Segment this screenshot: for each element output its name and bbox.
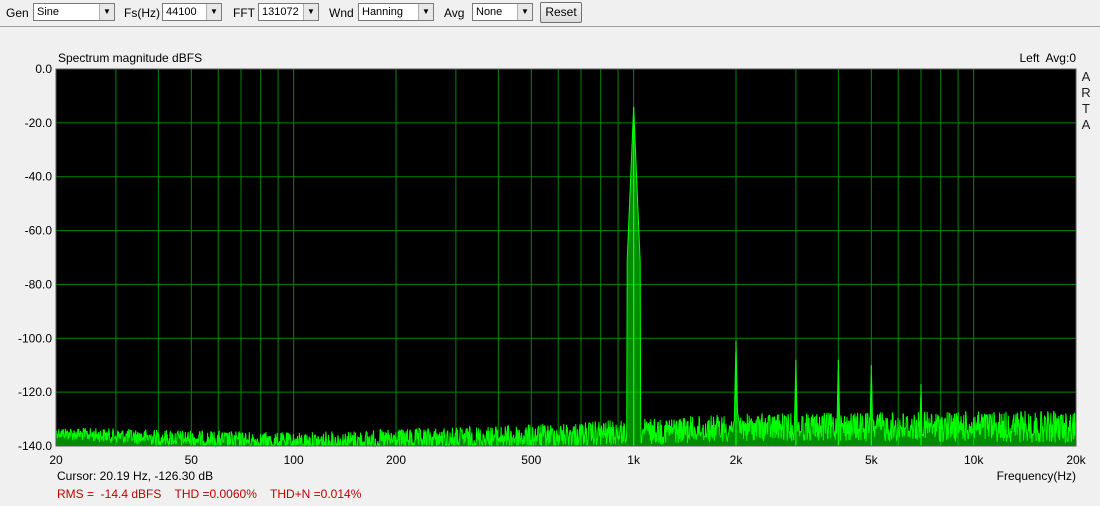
- x-tick-label: 2k: [730, 453, 744, 467]
- watermark-letter: A: [1081, 69, 1091, 84]
- fft-value: 131072: [262, 6, 299, 18]
- plot-title: Spectrum magnitude dBFS: [58, 51, 203, 65]
- fs-label: Fs(Hz): [124, 6, 160, 20]
- chevron-down-icon[interactable]: ▼: [517, 4, 532, 20]
- y-tick-label: -80.0: [25, 277, 53, 291]
- toolbar: Gen Sine ▼ Fs(Hz) 44100 ▼ FFT 131072 ▼ W…: [0, 0, 1100, 27]
- x-tick-label: 500: [521, 453, 541, 467]
- x-tick-label: 10k: [964, 453, 984, 467]
- fft-select[interactable]: 131072 ▼: [258, 3, 319, 21]
- x-tick-label: 200: [386, 453, 406, 467]
- chevron-down-icon[interactable]: ▼: [206, 4, 221, 20]
- gen-label: Gen: [6, 6, 29, 20]
- spectrum-trace: [55, 106, 1077, 448]
- wnd-label: Wnd: [329, 6, 354, 20]
- spectrum-line: [55, 107, 1077, 448]
- y-tick-label: -60.0: [25, 224, 53, 238]
- x-tick-label: 1k: [627, 453, 641, 467]
- avg-select[interactable]: None ▼: [472, 3, 533, 21]
- reset-button[interactable]: Reset: [540, 2, 582, 23]
- x-tick-label: 5k: [865, 453, 879, 467]
- gen-select[interactable]: Sine ▼: [33, 3, 115, 21]
- watermark-letter: A: [1081, 117, 1091, 132]
- fs-select[interactable]: 44100 ▼: [162, 3, 222, 21]
- fft-label: FFT: [233, 6, 255, 20]
- y-tick-label: -140.0: [18, 439, 52, 453]
- wnd-select[interactable]: Hanning ▼: [358, 3, 434, 21]
- spectrum-chart[interactable]: 0.0 -20.0 -40.0 -60.0 -80.0 -100.0 -120.0 -140.…: [0, 0, 1100, 506]
- avg-value: None: [476, 6, 503, 18]
- measurement-stats: RMS = -14.4 dBFS THD =0.0060% THD+N =0.0…: [57, 487, 362, 501]
- channel-status: Left Avg:0: [1019, 51, 1077, 65]
- avg-label: Avg: [444, 6, 465, 20]
- x-tick-label: 100: [284, 453, 304, 467]
- chevron-down-icon[interactable]: ▼: [99, 4, 114, 20]
- x-axis-label: Frequency(Hz): [996, 469, 1076, 483]
- watermark-letter: T: [1082, 101, 1090, 116]
- y-tick-label: -20.0: [25, 116, 53, 130]
- x-tick-label: 20k: [1066, 453, 1086, 467]
- cursor-readout: Cursor: 20.19 Hz, -126.30 dB: [57, 469, 214, 483]
- y-tick-label: -40.0: [25, 170, 53, 184]
- spectrum-fill: [56, 107, 1076, 447]
- chevron-down-icon[interactable]: ▼: [418, 4, 433, 20]
- y-tick-label: -100.0: [18, 331, 52, 345]
- gen-value: Sine: [37, 6, 60, 18]
- grid: [55, 68, 1077, 447]
- fs-value: 44100: [166, 6, 197, 18]
- wnd-value: Hanning: [362, 6, 403, 18]
- y-tick-label: 0.0: [35, 62, 52, 76]
- y-axis: 0.0 -20.0 -40.0 -60.0 -80.0 -100.0 -120.0 -140.…: [18, 62, 52, 453]
- arta-watermark: A R T A: [1081, 69, 1091, 133]
- x-axis: 20 50 100 200 500 1k 2k 5k 10k 20k: [49, 453, 1086, 467]
- plot-border: [55, 68, 1077, 447]
- y-tick-label: -120.0: [18, 385, 52, 399]
- watermark-letter: R: [1081, 85, 1091, 100]
- plot-area: [56, 69, 1076, 446]
- chevron-down-icon[interactable]: ▼: [303, 4, 318, 20]
- x-tick-label: 50: [185, 453, 199, 467]
- x-tick-label: 20: [49, 453, 63, 467]
